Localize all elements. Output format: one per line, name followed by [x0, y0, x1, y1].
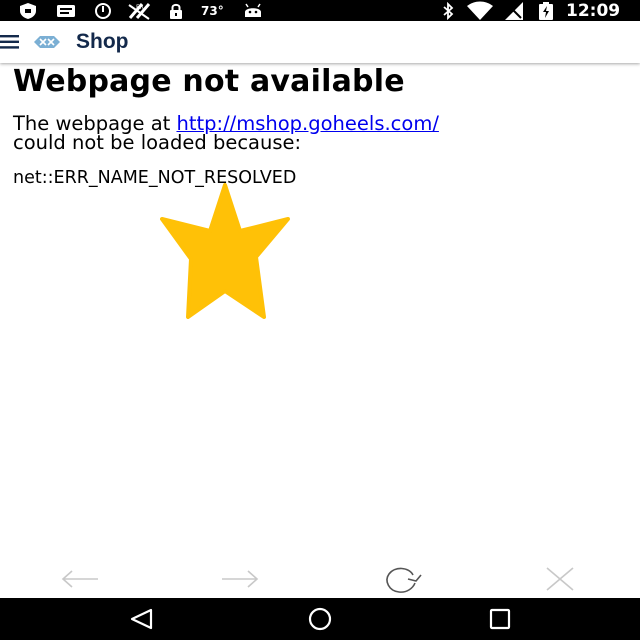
home-circle-icon[interactable] [305, 607, 335, 631]
unc-logo-icon [33, 34, 61, 50]
app-title: Shop [76, 30, 129, 53]
browser-nav-bar [0, 558, 640, 598]
svg-text:FR: FR [136, 4, 144, 11]
hamburger-menu-icon[interactable] [0, 35, 20, 49]
system-nav-bar [0, 598, 640, 640]
forward-arrow-icon[interactable] [218, 564, 262, 594]
error-message: The webpage at http://mshop.goheels.com/… [13, 114, 439, 154]
wifi-icon [466, 0, 494, 21]
android-icon [243, 0, 263, 21]
bluetooth-icon [441, 0, 455, 21]
alarm-icon [94, 0, 112, 21]
app-bar: Shop [0, 21, 640, 63]
lock-icon [168, 0, 184, 21]
error-title: Webpage not available [13, 64, 405, 99]
error-message-suffix: could not be loaded because: [13, 131, 302, 154]
back-triangle-icon[interactable] [127, 607, 157, 631]
temperature-text: 73° [201, 3, 224, 18]
close-icon[interactable] [539, 564, 583, 594]
cellular-icon [504, 0, 524, 21]
battery-icon [538, 0, 554, 21]
no-signal-icon: FR [127, 0, 153, 21]
status-bar: FR 73° 12:09 [0, 0, 640, 21]
refresh-icon[interactable] [380, 564, 424, 594]
shield-icon [18, 0, 38, 21]
back-arrow-icon[interactable] [58, 564, 102, 594]
star-icon [160, 183, 290, 319]
message-icon [56, 0, 76, 21]
clock-text: 12:09 [566, 0, 621, 21]
screen: FR 73° 12:09 Shop Webpage not available … [0, 0, 640, 640]
recents-square-icon[interactable] [485, 607, 515, 631]
